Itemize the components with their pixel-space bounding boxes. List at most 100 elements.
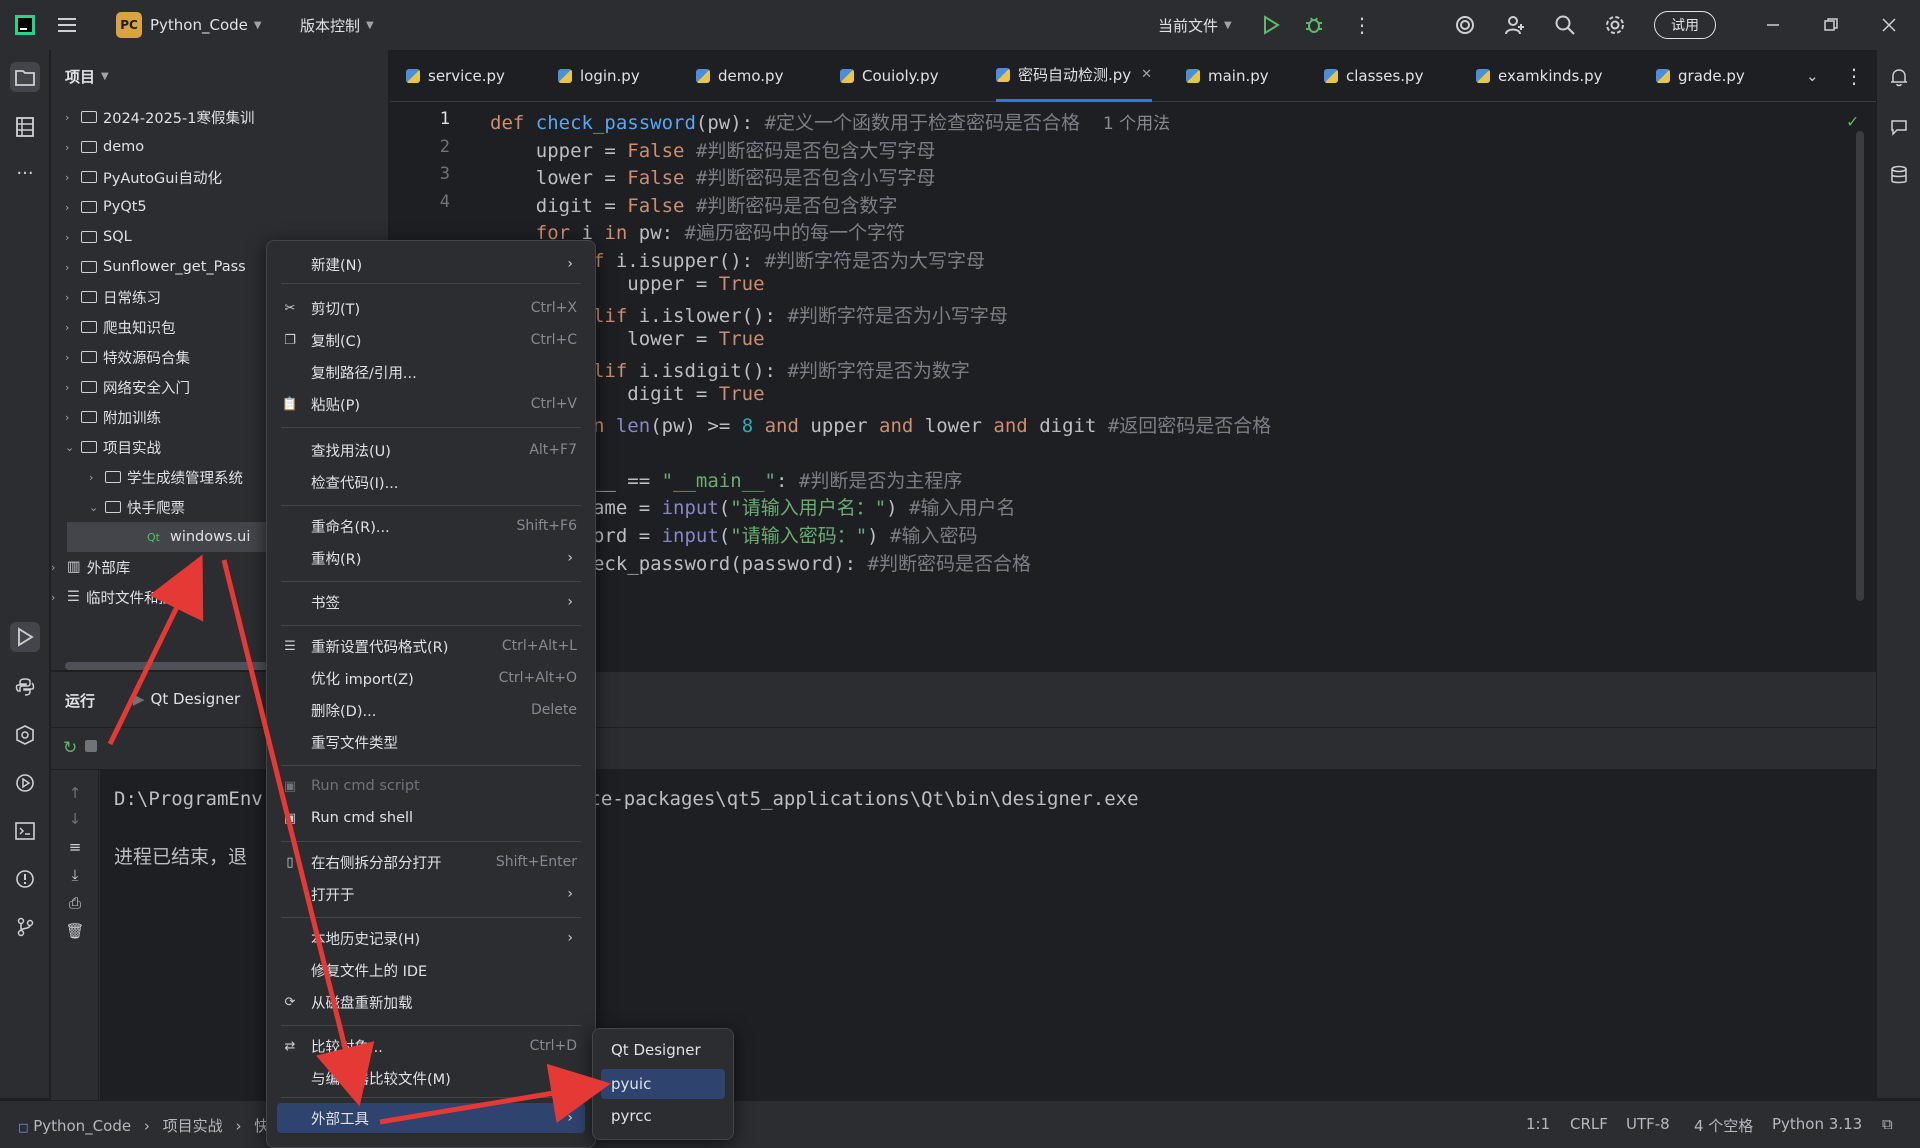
menu-item-reload-from-disk[interactable]: ⟳ 从磁盘重新加载 bbox=[277, 987, 585, 1017]
submenu-item-pyrcc[interactable]: pyrcc bbox=[601, 1101, 725, 1131]
menu-item-find-usages[interactable]: 查找用法(U) Alt+F7 bbox=[277, 435, 585, 465]
trash-icon[interactable]: 🗑 bbox=[65, 922, 85, 942]
structure-icon[interactable] bbox=[10, 112, 40, 142]
menu-item-reformat-code[interactable]: ☰ 重新设置代码格式(R) Ctrl+Alt+L bbox=[277, 631, 585, 661]
menu-item-rename[interactable]: 重命名(R)... Shift+F6 bbox=[277, 511, 585, 541]
menu-item-run-cmd-shell[interactable]: ▣ Run cmd shell bbox=[277, 803, 585, 833]
tab-login[interactable]: login.py bbox=[558, 50, 640, 102]
code-editor[interactable]: 1 2 3 4 def check_password(pw): #定义一个函数用… bbox=[390, 103, 1870, 673]
line-separator[interactable]: CRLF bbox=[1570, 1115, 1608, 1133]
add-user-icon[interactable] bbox=[1504, 0, 1526, 50]
python-console-icon[interactable] bbox=[10, 672, 40, 702]
tree-folder-row[interactable]: › 爬虫知识包 bbox=[65, 312, 176, 342]
python-interpreter[interactable]: Python 3.13 bbox=[1772, 1115, 1862, 1133]
main-menu-icon[interactable] bbox=[58, 0, 78, 50]
close-tab-icon[interactable]: ✕ bbox=[1141, 67, 1152, 82]
tab-password-check[interactable]: 密码自动检测.py ✕ bbox=[996, 50, 1153, 102]
soft-wrap-icon[interactable]: ≡ bbox=[65, 838, 85, 858]
breadcrumb-item[interactable]: 项目实战 bbox=[163, 1117, 223, 1135]
breadcrumb-item[interactable]: Python_Code bbox=[33, 1117, 131, 1135]
tree-folder-row[interactable]: › PyAutoGui自动化 bbox=[65, 162, 222, 192]
run-icon[interactable] bbox=[1262, 0, 1280, 50]
tree-folder-row[interactable]: › demo bbox=[65, 132, 144, 162]
problems-icon[interactable] bbox=[10, 864, 40, 894]
minimize-icon[interactable] bbox=[1766, 0, 1780, 50]
menu-item-inspect-code[interactable]: 检查代码(I)... bbox=[277, 467, 585, 497]
tree-folder-row[interactable]: › 网络安全入门 bbox=[65, 372, 190, 402]
menu-item-bookmarks[interactable]: 书签 › bbox=[277, 587, 585, 617]
tree-folder-row[interactable]: › 附加训练 bbox=[65, 402, 161, 432]
arrow-down-icon[interactable]: ↓ bbox=[65, 810, 85, 830]
project-panel-header[interactable]: 项目 ▼ bbox=[51, 50, 388, 102]
menu-item-refactor[interactable]: 重构(R) › bbox=[277, 543, 585, 573]
menu-item-cut[interactable]: ✂ 剪切(T) Ctrl+X bbox=[277, 293, 585, 323]
tab-couioly[interactable]: Couioly.py bbox=[840, 50, 939, 102]
read-only-lock-icon[interactable]: ⧉ bbox=[1882, 1115, 1893, 1133]
horizontal-scrollbar[interactable] bbox=[65, 662, 275, 670]
menu-item-override-file-type[interactable]: 重写文件类型 bbox=[277, 727, 585, 757]
submenu-item-qt-designer[interactable]: Qt Designer bbox=[601, 1035, 725, 1065]
project-switcher[interactable]: PC Python_Code ▼ bbox=[116, 0, 262, 50]
menu-item-compare-with[interactable]: ⇄ 比较对象... Ctrl+D bbox=[277, 1031, 585, 1061]
tab-examkinds[interactable]: examkinds.py bbox=[1476, 50, 1603, 102]
git-branch-icon[interactable] bbox=[10, 912, 40, 942]
tree-folder-row[interactable]: ⌄ 项目实战 bbox=[65, 432, 161, 462]
tree-folder-row[interactable]: › 日常练习 bbox=[65, 282, 161, 312]
menu-item-open-in[interactable]: 打开于 › bbox=[277, 879, 585, 909]
tab-service[interactable]: service.py bbox=[406, 50, 505, 102]
tabs-dropdown-icon[interactable]: ⌄ bbox=[1806, 50, 1819, 102]
tree-scratches-row[interactable]: › ☰ 临时文件和控制台 bbox=[51, 582, 202, 612]
caret-position[interactable]: 1:1 bbox=[1526, 1115, 1550, 1133]
tree-library-row[interactable]: › ▥ 外部库 bbox=[51, 552, 130, 582]
more-tools-icon[interactable]: ··· bbox=[10, 158, 40, 188]
stop-icon[interactable] bbox=[85, 740, 97, 752]
arrow-up-icon[interactable]: ↑ bbox=[65, 784, 85, 804]
menu-item-external-tools[interactable]: 外部工具 › bbox=[277, 1103, 585, 1133]
menu-item-repair-ide[interactable]: 修复文件上的 IDE bbox=[277, 955, 585, 985]
close-icon[interactable] bbox=[1882, 0, 1896, 50]
run-tab-qt-designer[interactable]: ▶ Qt Designer bbox=[133, 690, 240, 708]
menu-item-new[interactable]: 新建(N) › bbox=[277, 249, 585, 279]
debug-icon[interactable] bbox=[1304, 0, 1324, 50]
tree-folder-row[interactable]: › SQL bbox=[65, 222, 132, 252]
tab-demo[interactable]: demo.py bbox=[696, 50, 783, 102]
tab-classes[interactable]: classes.py bbox=[1324, 50, 1423, 102]
tree-folder-row[interactable]: › 学生成绩管理系统 bbox=[89, 462, 243, 492]
database-icon[interactable] bbox=[1884, 160, 1914, 190]
terminal-icon[interactable] bbox=[10, 816, 40, 846]
menu-item-copy-path[interactable]: 复制路径/引用... bbox=[277, 357, 585, 387]
scroll-to-end-icon[interactable]: ⤓ bbox=[65, 866, 85, 886]
tab-grade[interactable]: grade.py bbox=[1656, 50, 1745, 102]
tree-folder-row[interactable]: › 2024-2025-1寒假集训 bbox=[65, 102, 255, 132]
tree-folder-row[interactable]: ⌄ 快手爬票 bbox=[89, 492, 185, 522]
ai-assistant-icon[interactable] bbox=[1454, 0, 1476, 50]
tab-main[interactable]: main.py bbox=[1186, 50, 1269, 102]
indent-setting[interactable]: 4 个空格 bbox=[1694, 1115, 1753, 1136]
tree-folder-row[interactable]: › 特效源码合集 bbox=[65, 342, 190, 372]
menu-item-run-cmd-script[interactable]: ▣ Run cmd script bbox=[277, 771, 585, 801]
print-icon[interactable]: ⎙ bbox=[65, 894, 85, 914]
settings-gear-icon[interactable] bbox=[1604, 0, 1626, 50]
app-logo-icon[interactable] bbox=[14, 0, 36, 50]
inspection-ok-icon[interactable]: ✓ bbox=[1847, 111, 1858, 132]
menu-item-optimize-imports[interactable]: 优化 import(Z) Ctrl+Alt+O bbox=[277, 663, 585, 693]
notifications-bell-icon[interactable] bbox=[1884, 62, 1914, 92]
python-packages-icon[interactable] bbox=[10, 720, 40, 750]
services-icon[interactable] bbox=[10, 768, 40, 798]
menu-item-paste[interactable]: 📋 粘贴(P) Ctrl+V bbox=[277, 389, 585, 419]
menu-item-local-history[interactable]: 本地历史记录(H) › bbox=[277, 923, 585, 953]
search-icon[interactable] bbox=[1554, 0, 1576, 50]
menu-item-compare-with-editor[interactable]: 与编辑器比较文件(M) bbox=[277, 1063, 585, 1093]
rerun-icon[interactable]: ↻ bbox=[63, 738, 77, 758]
project-folder-icon[interactable] bbox=[10, 62, 40, 92]
menu-item-copy[interactable]: ❐ 复制(C) Ctrl+C bbox=[277, 325, 585, 355]
submenu-item-pyuic[interactable]: pyuic bbox=[601, 1069, 725, 1099]
menu-item-open-split-right[interactable]: ▯ 在右侧拆分部分打开 Shift+Enter bbox=[277, 847, 585, 877]
trial-button[interactable]: 试用 bbox=[1654, 0, 1716, 50]
vertical-scrollbar[interactable] bbox=[1856, 131, 1864, 601]
tabs-more-icon[interactable]: ⋮ bbox=[1844, 50, 1864, 102]
menu-item-delete[interactable]: 删除(D)... Delete bbox=[277, 695, 585, 725]
restore-icon[interactable] bbox=[1824, 0, 1838, 50]
ai-chat-icon[interactable] bbox=[1884, 112, 1914, 142]
usage-hint[interactable]: 1 个用法 bbox=[1103, 114, 1170, 134]
